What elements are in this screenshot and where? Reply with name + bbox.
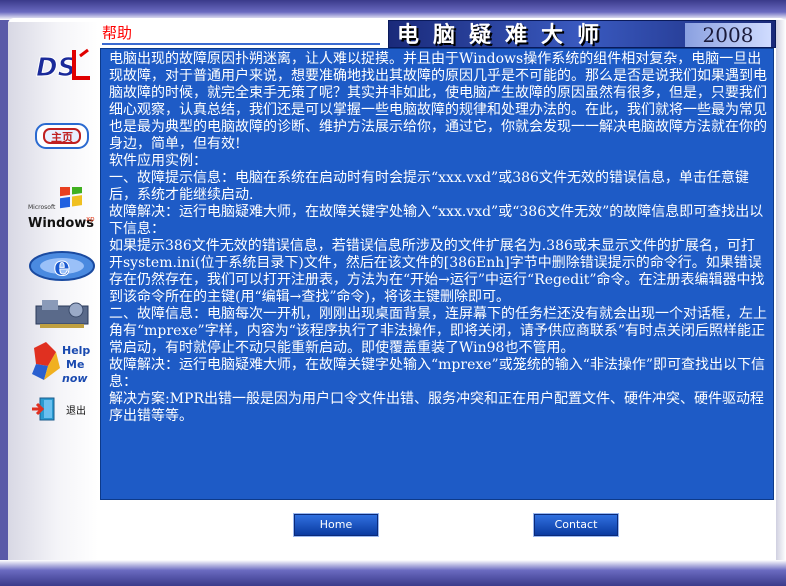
content-paragraph: 软件应用实例： [109,153,207,169]
contact-button[interactable]: Contact [533,513,619,537]
svg-text:e: e [54,252,71,282]
content-paragraph: 解决方案:MPR出错一般是因为用户口令文件出错、服务冲突和正在用户配置文件、硬件… [109,391,765,424]
content-paragraph: 电脑出现的故障原因扑朔迷离，让人难以捉摸。并且由于Windows操作系统的组件相… [109,51,767,152]
windows-xp-icon[interactable]: Microsoft Windows xp [26,187,98,235]
content-paragraph: 一、故障提示信息：电脑在系统在启动时有时会提示“xxx.vxd”或386文件无效… [109,170,749,203]
svg-text:Help: Help [62,344,90,357]
svg-text:now: now [62,372,88,385]
banner-year: 2008 [685,23,771,47]
content-paragraph: 故障解决：运行电脑疑难大师，在故障关键字处输入“mprexe”或笼统的输入“非法… [109,357,766,390]
title-banner: 电脑疑难大师 2008 [388,20,776,48]
svg-text:Me: Me [66,358,84,371]
content-paragraph: 故障解决：运行电脑疑难大师，在故障关键字处输入“xxx.vxd”或“386文件无… [109,204,764,237]
ds-logo-icon[interactable]: DS [26,42,98,90]
window-bottom-border [0,560,786,586]
hardware-icon[interactable] [26,292,98,340]
content-paragraph: 如果提示386文件无效的错误信息，若错误信息所涉及的文件扩展名为.386或未显示… [109,238,765,305]
help-content-panel: 电脑出现的故障原因扑朔迷离，让人难以捉摸。并且由于Windows操作系统的组件相… [100,48,774,500]
svg-text:DS: DS [36,53,76,83]
svg-text:主页: 主页 [51,130,73,144]
home-icon[interactable]: 主页 [26,112,98,160]
svg-text:退出: 退出 [66,404,86,417]
internet-explorer-icon[interactable]: e [26,242,98,290]
exit-icon[interactable]: 退出 [26,386,98,434]
banner-title: 电脑疑难大师 [397,22,614,48]
svg-text:xp: xp [86,215,95,223]
content-paragraph: 二、故障信息：电脑每次一开机，刚刚出现桌面背景，连屏幕下的任务栏还没有就会出现一… [109,306,767,356]
home-button[interactable]: Home [293,513,379,537]
header: 帮助 电脑疑难大师 2008 [100,20,776,48]
sidebar: DS 主页 Microsoft Windows xp e Help Me now… [8,22,98,562]
svg-text:Windows: Windows [28,216,94,231]
help-title: 帮助 [102,23,380,45]
help-me-now-icon[interactable]: Help Me now [26,338,98,386]
help-content-text: 电脑出现的故障原因扑朔迷离，让人难以捉摸。并且由于Windows操作系统的组件相… [101,49,773,425]
window-top-border [0,0,786,20]
window-right-edge [776,20,786,562]
svg-text:Microsoft: Microsoft [28,204,56,211]
